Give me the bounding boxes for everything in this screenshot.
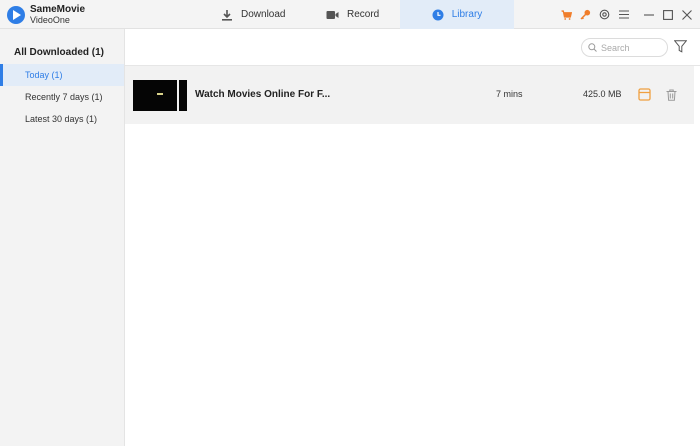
app-brand: SameMovie VideoOne [30,4,85,26]
download-icon [222,9,232,21]
open-folder-button[interactable] [638,88,651,106]
sidebar-item-today[interactable]: Today (1) [0,64,124,86]
close-icon[interactable] [677,0,696,29]
app-subtitle: VideoOne [30,15,70,25]
video-size: 425.0 MB [583,89,622,99]
filter-icon [673,40,688,53]
delete-button[interactable] [666,88,677,106]
tab-download-label: Download [241,9,286,20]
tab-library-label: Library [451,9,483,20]
maximize-icon[interactable] [658,0,677,29]
tab-download[interactable]: Download [221,0,285,29]
cart-icon[interactable] [557,0,576,29]
sidebar-title-all-downloaded[interactable]: All Downloaded (1) [14,47,104,58]
window-controls [557,0,700,29]
trash-icon [666,89,677,101]
search-input[interactable] [601,42,661,53]
search-box[interactable] [581,38,668,57]
video-thumbnail [133,80,187,111]
library-panel: Watch Movies Online For F... 7 mins 425.… [125,29,700,446]
video-duration: 7 mins [496,89,523,99]
open-folder-icon [638,88,651,101]
title-bar: SameMovie VideoOne Download Record Libra… [0,0,700,29]
minimize-icon[interactable] [639,0,658,29]
tab-record-label: Record [347,9,380,20]
filter-button[interactable] [673,40,688,58]
menu-icon[interactable] [614,0,633,29]
library-toolbar [125,29,700,66]
camera-icon [326,10,339,19]
clock-icon [432,9,444,20]
settings-icon[interactable] [595,0,614,29]
tab-record[interactable]: Record [326,0,379,29]
video-title: Watch Movies Online For F... [195,89,331,100]
key-icon[interactable] [576,0,595,29]
app-logo-icon [7,6,25,24]
table-row[interactable]: Watch Movies Online For F... 7 mins 425.… [125,66,694,124]
sidebar: All Downloaded (1) Today (1) Recently 7 … [0,29,125,446]
sidebar-item-latest-30-days[interactable]: Latest 30 days (1) [0,108,124,130]
search-icon [588,43,597,52]
tab-library[interactable]: Library [400,0,514,29]
app-name: SameMovie [30,4,86,15]
sidebar-item-recent-7-days[interactable]: Recently 7 days (1) [0,86,124,108]
